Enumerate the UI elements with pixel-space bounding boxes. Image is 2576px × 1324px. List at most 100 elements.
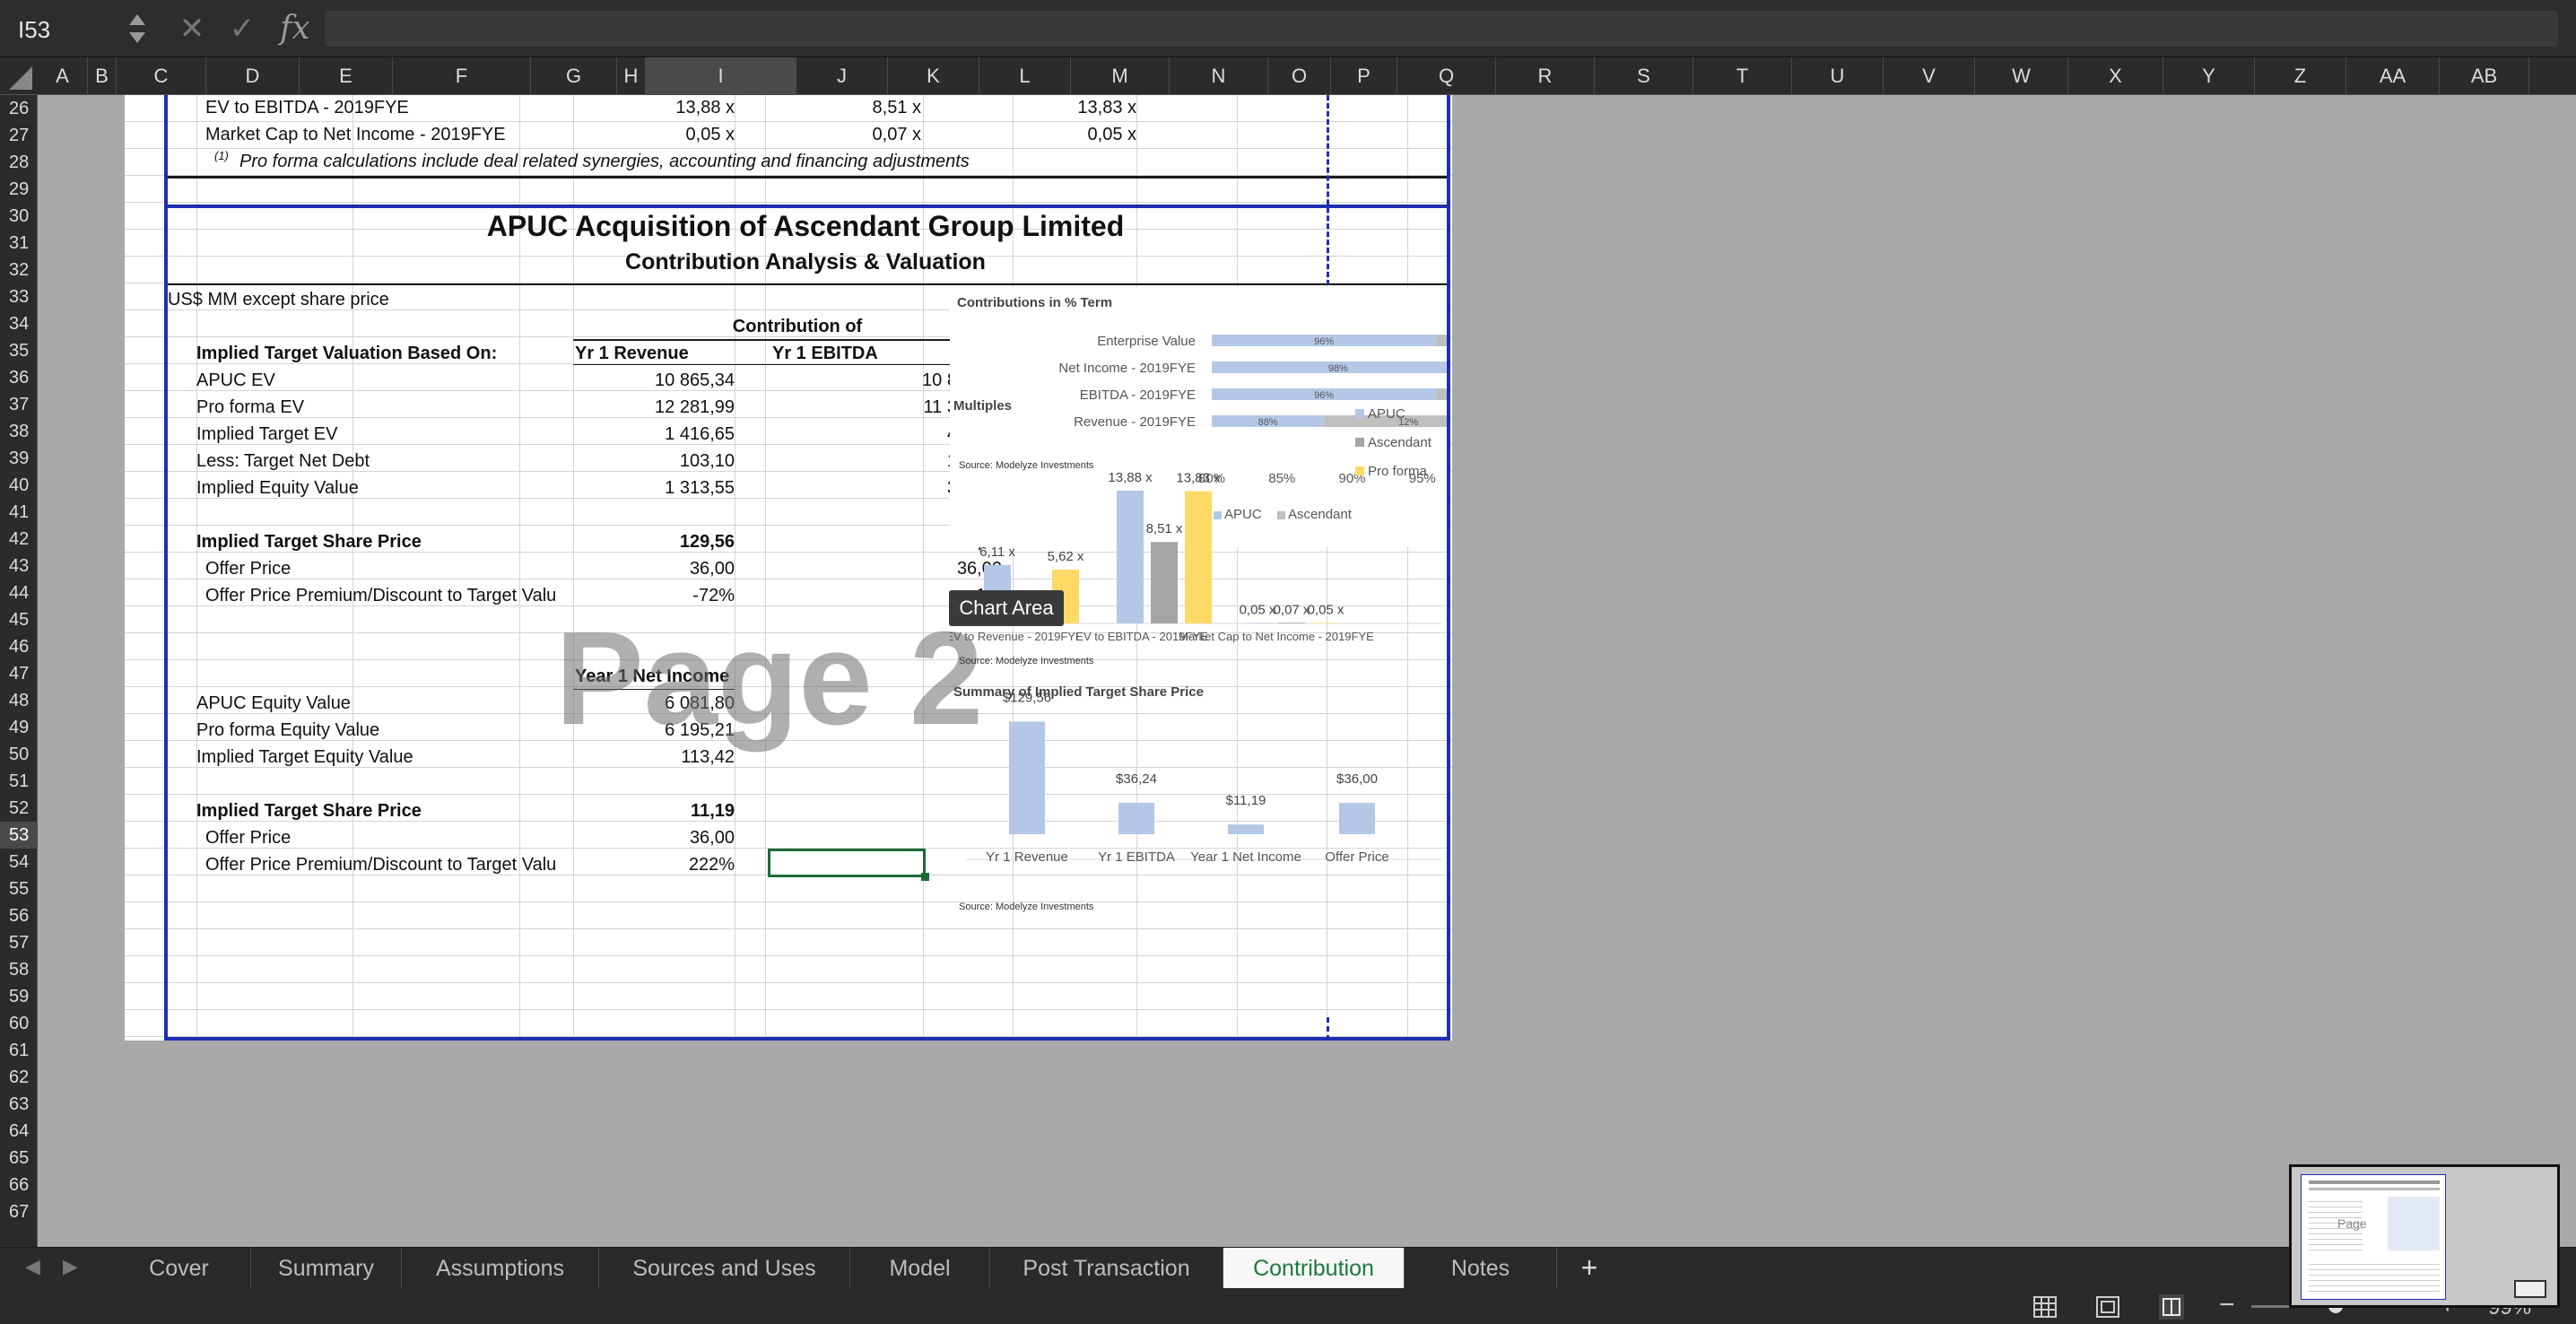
chart-area[interactable]: Contributions in % Term Enterprise Value N… — [950, 287, 1450, 1041]
cell-g53[interactable]: 222% — [609, 852, 735, 877]
row-header-33[interactable]: 33 — [0, 283, 38, 310]
column-header-u[interactable]: U — [1792, 57, 1884, 95]
row-header-52[interactable]: 52 — [0, 795, 38, 822]
column-header-n[interactable]: N — [1170, 57, 1268, 95]
row-header-27[interactable]: 27 — [0, 122, 38, 149]
column-header-q[interactable]: Q — [1397, 57, 1496, 95]
sheet-tab-summary[interactable]: Summary — [251, 1248, 402, 1289]
row-header-30[interactable]: 30 — [0, 203, 38, 230]
row-header-66[interactable]: 66 — [0, 1172, 38, 1198]
page-preview-thumbnail[interactable]: Page — [2289, 1164, 2560, 1308]
row-header-64[interactable]: 64 — [0, 1118, 38, 1145]
name-box[interactable]: I53 — [18, 13, 117, 47]
worksheet-grid[interactable]: EV to EBITDA - 2019FYE 13,88 x 8,51 x 13… — [38, 95, 2576, 1247]
column-header-x[interactable]: X — [2068, 57, 2163, 95]
add-sheet-button[interactable]: + — [1557, 1248, 1622, 1289]
column-header-j[interactable]: J — [796, 57, 888, 95]
cell-g51[interactable]: 11,19 — [609, 798, 735, 823]
cancel-icon[interactable]: ✕ — [176, 11, 208, 47]
row-header-50[interactable]: 50 — [0, 741, 38, 768]
normal-view-icon[interactable] — [2032, 1295, 2058, 1319]
row-header-32[interactable]: 32 — [0, 257, 38, 283]
column-header-ab[interactable]: AB — [2440, 57, 2529, 95]
sheet-tab-model[interactable]: Model — [850, 1248, 990, 1289]
cell-g39[interactable]: 1 313,55 — [609, 475, 735, 501]
row-header-38[interactable]: 38 — [0, 418, 38, 445]
column-header-c[interactable]: C — [117, 57, 206, 95]
formula-input[interactable] — [325, 11, 2558, 47]
cell-k27[interactable]: 0,05 x — [1013, 122, 1136, 147]
row-header-54[interactable]: 54 — [0, 849, 38, 875]
row-header-56[interactable]: 56 — [0, 902, 38, 929]
row-header-35[interactable]: 35 — [0, 337, 38, 364]
column-header-a[interactable]: A — [38, 57, 88, 95]
column-header-t[interactable]: T — [1693, 57, 1792, 95]
sheet-tab-post-transaction[interactable]: Post Transaction — [990, 1248, 1223, 1289]
row-header-48[interactable]: 48 — [0, 687, 38, 714]
cell-g42[interactable]: 36,00 — [609, 556, 735, 581]
row-header-41[interactable]: 41 — [0, 499, 38, 526]
cell-g36[interactable]: 12 281,99 — [609, 395, 735, 420]
row-header-42[interactable]: 42 — [0, 526, 38, 553]
name-box-stepper-icon[interactable] — [126, 9, 149, 48]
cell-g41[interactable]: 129,56 — [609, 529, 735, 554]
row-header-36[interactable]: 36 — [0, 364, 38, 391]
cell-g38[interactable]: 103,10 — [609, 449, 735, 474]
row-header-49[interactable]: 49 — [0, 714, 38, 741]
select-all-corner[interactable] — [0, 57, 38, 95]
row-header-40[interactable]: 40 — [0, 472, 38, 499]
thumbnail-close-icon[interactable] — [2514, 1280, 2546, 1298]
column-header-w[interactable]: W — [1975, 57, 2068, 95]
row-header-34[interactable]: 34 — [0, 310, 38, 337]
function-icon[interactable]: fx — [280, 9, 316, 48]
column-header-y[interactable]: Y — [2163, 57, 2255, 95]
sheet-tab-assumptions[interactable]: Assumptions — [402, 1248, 599, 1289]
cell-i27[interactable]: 0,07 x — [788, 122, 921, 147]
column-header-e[interactable]: E — [300, 57, 393, 95]
row-header-59[interactable]: 59 — [0, 983, 38, 1010]
row-header-31[interactable]: 31 — [0, 230, 38, 257]
column-header-d[interactable]: D — [206, 57, 300, 95]
sheet-tab-sources-and-uses[interactable]: Sources and Uses — [599, 1248, 850, 1289]
row-header-28[interactable]: 28 — [0, 149, 38, 176]
row-header-67[interactable]: 67 — [0, 1198, 38, 1225]
row-header-39[interactable]: 39 — [0, 445, 38, 472]
row-header-57[interactable]: 57 — [0, 929, 38, 956]
column-header-g[interactable]: G — [531, 57, 617, 95]
row-header-61[interactable]: 61 — [0, 1037, 38, 1064]
row-header-47[interactable]: 47 — [0, 660, 38, 687]
column-header-k[interactable]: K — [888, 57, 979, 95]
page-break-preview-icon[interactable] — [2158, 1294, 2185, 1320]
column-header-i[interactable]: I — [646, 57, 796, 95]
column-header-v[interactable]: V — [1884, 57, 1975, 95]
column-header-aa[interactable]: AA — [2346, 57, 2440, 95]
cell-g27[interactable]: 0,05 x — [609, 122, 735, 147]
fill-handle[interactable] — [921, 873, 929, 881]
cell-k26[interactable]: 13,83 x — [1013, 95, 1136, 120]
row-header-62[interactable]: 62 — [0, 1064, 38, 1091]
row-header-29[interactable]: 29 — [0, 176, 38, 203]
row-header-55[interactable]: 55 — [0, 875, 38, 902]
row-header-43[interactable]: 43 — [0, 553, 38, 579]
column-header-b[interactable]: B — [88, 57, 117, 95]
column-header-s[interactable]: S — [1595, 57, 1693, 95]
row-header-60[interactable]: 60 — [0, 1010, 38, 1037]
zoom-out-icon[interactable]: − — [2219, 1290, 2235, 1320]
active-cell-I53[interactable] — [768, 849, 926, 877]
row-header-26[interactable]: 26 — [0, 95, 38, 122]
cell-g35[interactable]: 10 865,34 — [609, 368, 735, 393]
row-header-44[interactable]: 44 — [0, 579, 38, 606]
cell-i26[interactable]: 8,51 x — [788, 95, 921, 120]
column-header-h[interactable]: H — [617, 57, 646, 95]
column-header-f[interactable]: F — [393, 57, 531, 95]
sheet-tab-cover[interactable]: Cover — [108, 1248, 251, 1289]
row-header-51[interactable]: 51 — [0, 768, 38, 795]
confirm-icon[interactable]: ✓ — [224, 11, 260, 47]
row-header-53[interactable]: 53 — [0, 822, 38, 849]
row-header-37[interactable]: 37 — [0, 391, 38, 418]
sheet-tab-contribution[interactable]: Contribution — [1223, 1248, 1405, 1289]
column-header-o[interactable]: O — [1268, 57, 1331, 95]
sheet-tab-notes[interactable]: Notes — [1405, 1248, 1557, 1289]
row-header-58[interactable]: 58 — [0, 956, 38, 983]
column-header-m[interactable]: M — [1071, 57, 1170, 95]
